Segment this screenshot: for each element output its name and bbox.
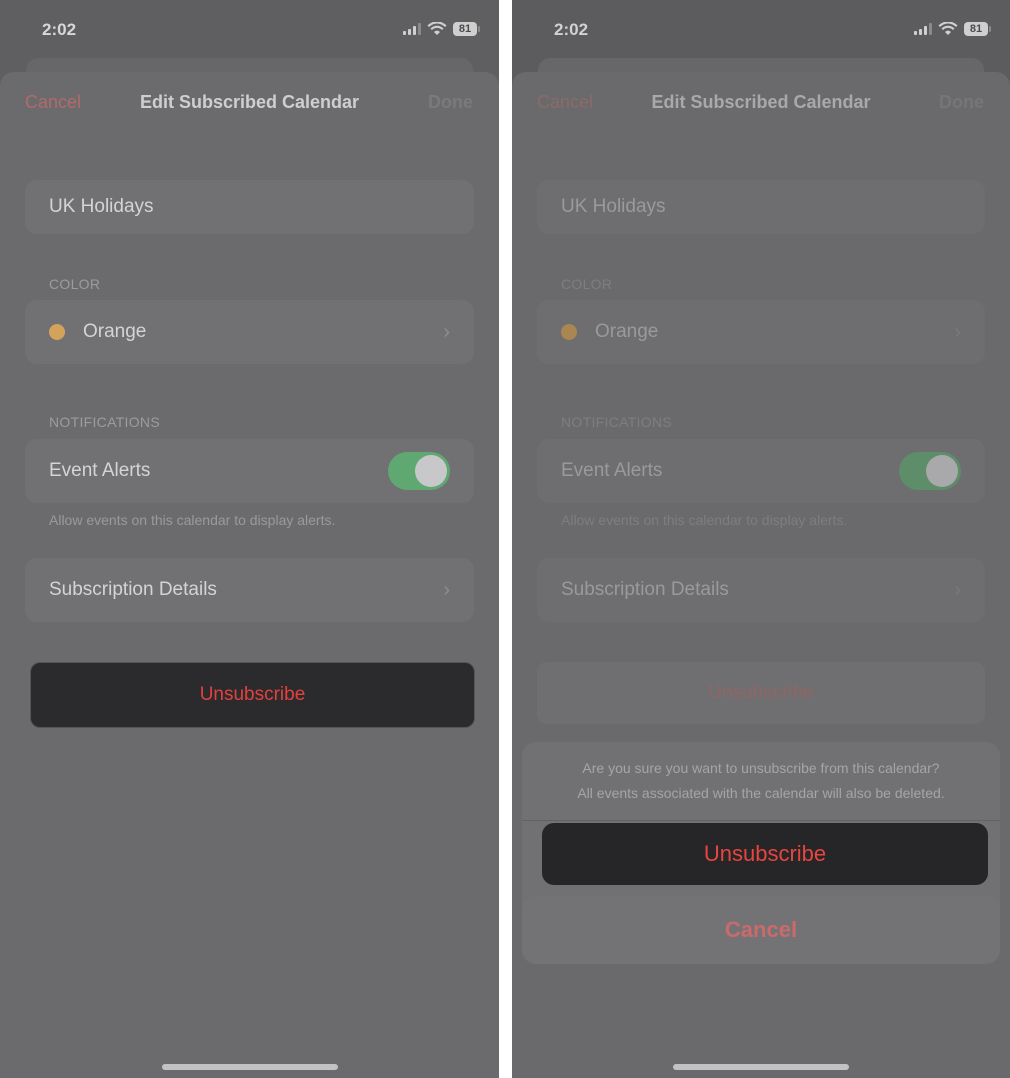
color-section-label: COLOR: [561, 276, 613, 292]
status-bar: 2:02 81: [512, 0, 1010, 60]
confirm-unsubscribe-button[interactable]: Unsubscribe: [542, 823, 988, 885]
screen-edit-calendar: 2:02 81 Cancel Edit Subscribed Calendar …: [0, 0, 499, 1078]
cellular-signal-icon: [403, 23, 421, 35]
status-time: 2:02: [42, 20, 77, 39]
toggle-knob: [926, 455, 958, 487]
event-alerts-footnote: Allow events on this calendar to display…: [561, 512, 848, 528]
toggle-knob: [415, 455, 447, 487]
done-button[interactable]: Done: [939, 92, 984, 113]
action-sheet-message: Are you sure you want to unsubscribe fro…: [522, 756, 1000, 806]
event-alerts-toggle[interactable]: [899, 452, 961, 490]
event-alerts-row: Event Alerts: [537, 439, 985, 503]
status-bar: 2:02 81: [0, 0, 499, 60]
divider: [522, 820, 1000, 821]
battery-icon: 81: [453, 22, 480, 36]
subscription-details-row[interactable]: Subscription Details ›: [25, 558, 474, 622]
wifi-icon: [938, 22, 958, 35]
chevron-right-icon: ›: [443, 578, 450, 601]
color-row[interactable]: Orange ›: [25, 300, 474, 364]
action-sheet-cancel-button[interactable]: Cancel: [522, 896, 1000, 964]
calendar-name-field[interactable]: UK Holidays: [25, 180, 474, 234]
chevron-right-icon: ›: [954, 320, 961, 343]
cellular-signal-icon: [914, 23, 932, 35]
nav-bar: Cancel Edit Subscribed Calendar Done: [0, 92, 499, 118]
page-title: Edit Subscribed Calendar: [651, 92, 871, 112]
event-alerts-footnote: Allow events on this calendar to display…: [49, 512, 336, 528]
color-section-label: COLOR: [49, 276, 101, 292]
wifi-icon: [427, 22, 447, 35]
calendar-name-value: UK Holidays: [49, 196, 154, 217]
event-alerts-row: Event Alerts: [25, 439, 474, 503]
color-row[interactable]: Orange ›: [537, 300, 985, 364]
message-line: All events associated with the calendar …: [577, 785, 945, 801]
event-alerts-label: Event Alerts: [561, 460, 663, 481]
message-line: Are you sure you want to unsubscribe fro…: [582, 760, 940, 776]
status-time: 2:02: [554, 20, 589, 39]
notifications-section-label: NOTIFICATIONS: [49, 414, 160, 430]
battery-icon: 81: [964, 22, 991, 36]
color-value: Orange: [83, 321, 147, 342]
edit-sheet: Cancel Edit Subscribed Calendar Done UK …: [0, 72, 499, 1078]
subscription-details-label: Subscription Details: [49, 579, 217, 600]
unsubscribe-button[interactable]: Unsubscribe: [30, 662, 475, 728]
screen-unsubscribe-confirm: 2:02 81 Cancel Edit Subscribed Calendar …: [512, 0, 1010, 1078]
calendar-name-field[interactable]: UK Holidays: [537, 180, 985, 234]
color-swatch-icon: [49, 324, 65, 340]
subscription-details-label: Subscription Details: [561, 579, 729, 600]
subscription-details-row[interactable]: Subscription Details ›: [537, 558, 985, 622]
chevron-right-icon: ›: [954, 578, 961, 601]
event-alerts-label: Event Alerts: [49, 460, 151, 481]
color-value: Orange: [595, 321, 659, 342]
page-title: Edit Subscribed Calendar: [139, 92, 360, 112]
calendar-name-value: UK Holidays: [561, 196, 666, 217]
nav-bar: Cancel Edit Subscribed Calendar Done: [512, 92, 1010, 118]
notifications-section-label: NOTIFICATIONS: [561, 414, 672, 430]
home-indicator[interactable]: [161, 1064, 338, 1070]
done-button[interactable]: Done: [428, 92, 473, 113]
event-alerts-toggle[interactable]: [388, 452, 450, 490]
chevron-right-icon: ›: [443, 320, 450, 343]
unsubscribe-button[interactable]: Unsubscribe: [537, 662, 985, 724]
home-indicator[interactable]: [673, 1064, 849, 1070]
color-swatch-icon: [561, 324, 577, 340]
